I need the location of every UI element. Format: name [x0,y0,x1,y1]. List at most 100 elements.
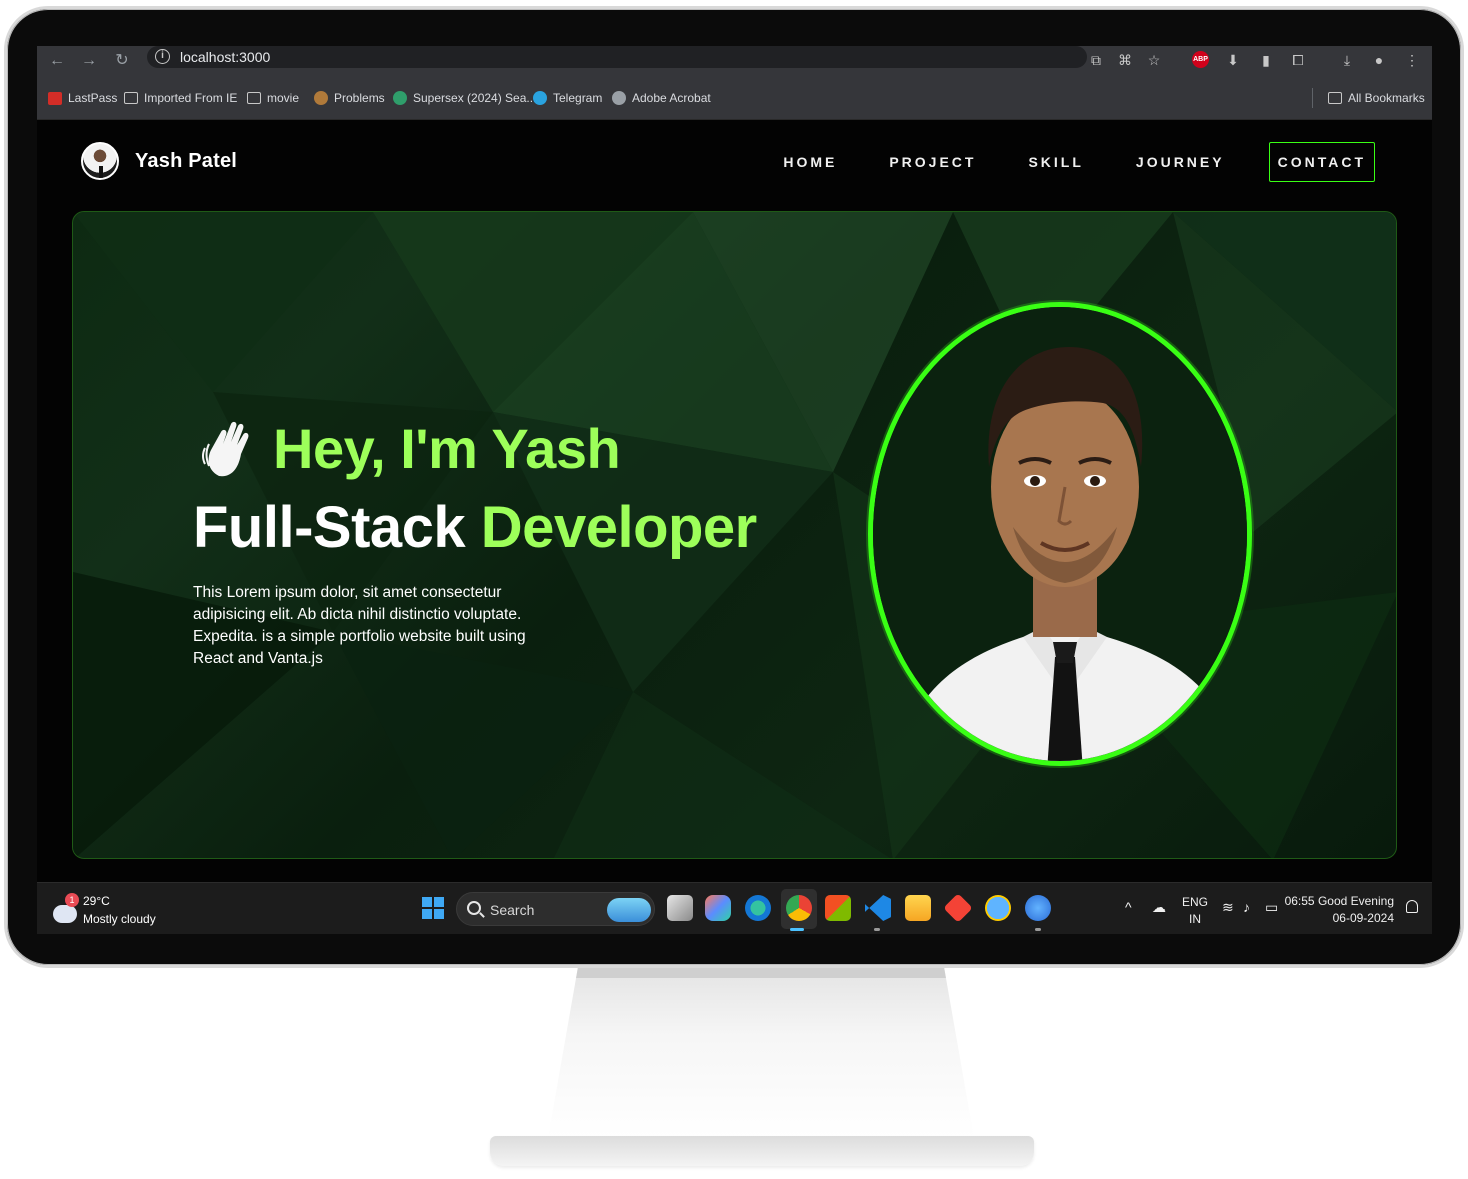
task-view-icon[interactable] [667,895,693,921]
bookmark-movie[interactable]: movie [247,89,299,107]
system-clock[interactable]: 06:55 Good Evening 06-09-2024 [1285,893,1394,927]
region-code: IN [1189,912,1201,926]
nav-skill[interactable]: SKILL [1020,142,1091,182]
hero-description: This Lorem ipsum dolor, sit amet consect… [193,584,526,667]
weather-badge: 1 [65,893,79,907]
windows-start-icon[interactable] [422,897,444,919]
edge-icon[interactable] [745,895,771,921]
browser-app-icon[interactable] [1025,895,1051,921]
volume-icon[interactable]: ♪ [1243,899,1250,915]
back-icon[interactable]: ← [45,49,69,73]
search-icon [467,901,481,915]
running-indicator [1035,928,1041,931]
monitor-screen: ← → ↻ i localhost:3000 ⧉ ⌘ ☆ ABP ⬇ ▮ ⧠ ⤓… [37,46,1432,934]
portfolio-page: Yash Patel HOME PROJECT SKILL JOURNEY CO… [37,120,1432,882]
clock-date: 06-09-2024 [1332,911,1394,925]
nav-journey[interactable]: JOURNEY [1128,142,1233,182]
folder-icon [1328,92,1342,104]
folder-icon [124,92,138,104]
weather-desc: Mostly cloudy [83,912,156,926]
bookmark-problems[interactable]: Problems [314,89,385,107]
telegram-icon [533,91,547,105]
battery-icon[interactable]: ▭ [1265,899,1278,916]
extensions-puzzle-icon[interactable]: ⧠ [1287,49,1309,71]
git-icon[interactable] [943,893,973,923]
site-brand[interactable]: Yash Patel [81,142,237,180]
waving-hand-icon [202,421,249,476]
monitor-stand-base [490,1136,1034,1166]
bookmark-label: Telegram [553,91,603,105]
contact-button[interactable]: CONTACT [1268,142,1375,182]
downloader-extension-icon[interactable]: ⬇ [1222,49,1244,71]
vscode-icon[interactable] [865,895,891,921]
bookmark-label: movie [267,91,300,105]
hero-section: Hey, I'm Yash Full-Stack Developer This … [72,211,1397,859]
monitor-stand [548,968,974,1138]
install-app-icon[interactable]: ⧉ [1085,49,1107,71]
forward-icon[interactable]: → [77,49,101,73]
file-explorer-icon[interactable] [905,895,931,921]
onedrive-icon[interactable]: ☁ [1152,899,1166,916]
profile-photo [868,302,1252,766]
notification-bell-icon[interactable] [1406,900,1418,913]
weather-text: 29°C Mostly cloudy [83,892,156,928]
windows-taskbar: 1 29°C Mostly cloudy Search ^ ☁ ENG IN ≋… [37,882,1432,934]
search-placeholder: Search [490,902,535,918]
bookmark-lastpass[interactable]: LastPass [48,89,117,107]
bookmark-star-icon[interactable]: ☆ [1143,49,1165,71]
bookmark-label: Supersex (2024) Sea... [413,91,537,105]
browser-toolbar: ← → ↻ i localhost:3000 ⧉ ⌘ ☆ ABP ⬇ ▮ ⧠ ⤓… [37,46,1432,76]
greeting-text: Hey, I'm Yash [273,417,621,480]
language-code: ENG [1182,895,1209,909]
taskbar-search[interactable]: Search [456,892,655,926]
role-title: Full-Stack Developer [193,494,757,561]
chevron-up-icon[interactable]: ^ [1125,899,1132,915]
bookmark-imported-from-ie[interactable]: Imported From IE [124,89,237,107]
all-bookmarks-button[interactable]: All Bookmarks [1328,89,1425,107]
bookmarks-bar: LastPass Imported From IE movie Problems… [37,76,1432,120]
desktop-monitor-mockup: ← → ↻ i localhost:3000 ⧉ ⌘ ☆ ABP ⬇ ▮ ⧠ ⤓… [0,0,1468,1179]
translate-icon[interactable]: ⌘ [1114,49,1136,71]
copilot-icon[interactable] [705,895,731,921]
profile-portrait [873,307,1247,761]
bookmark-label: LastPass [68,91,118,105]
microsoft-store-icon[interactable] [825,895,851,921]
url-text[interactable]: localhost:3000 [180,49,270,65]
bookmark-supersex[interactable]: Supersex (2024) Sea... [393,89,536,107]
clock-time: 06:55 Good Evening [1284,894,1394,908]
site-info-icon[interactable]: i [155,49,170,64]
greeting: Hey, I'm Yash [201,416,621,481]
nav-project[interactable]: PROJECT [881,142,984,182]
bookmark-adobe-acrobat[interactable]: Adobe Acrobat [612,89,711,107]
role-second-word: Developer [480,495,757,560]
bookmark-label: Adobe Acrobat [632,91,711,105]
search-highlight-icon [607,898,651,922]
weather-temp: 29°C [83,894,110,908]
adblock-extension-icon[interactable]: ABP [1192,51,1209,68]
folder-icon [247,92,261,104]
codechef-icon [314,91,328,105]
main-nav: HOME PROJECT SKILL JOURNEY CONTACT [739,142,1375,182]
bookmark-telegram[interactable]: Telegram [533,89,602,107]
profile-avatar-icon[interactable]: ● [1368,49,1390,71]
bookmarks-divider [1312,88,1313,108]
nav-home[interactable]: HOME [775,142,845,182]
cloudy-weather-icon: 1 [53,893,79,923]
weather-widget[interactable]: 1 29°C Mostly cloudy [53,892,156,928]
avatar [81,142,119,180]
docs-extension-icon[interactable]: ▮ [1255,49,1277,71]
all-bookmarks-label: All Bookmarks [1348,91,1425,105]
address-bar[interactable]: i localhost:3000 [147,46,1087,68]
chrome-icon[interactable] [786,895,812,921]
lastpass-icon [48,91,62,105]
bookmark-label: Problems [334,91,385,105]
language-indicator[interactable]: ENG IN [1182,894,1208,928]
wifi-icon[interactable]: ≋ [1222,899,1234,916]
help-app-icon[interactable] [985,895,1011,921]
downloads-icon[interactable]: ⤓ [1336,49,1358,71]
bookmark-label: Imported From IE [144,91,238,105]
role-first-word: Full-Stack [193,495,466,560]
site-icon [393,91,407,105]
reload-icon[interactable]: ↻ [110,49,134,73]
browser-menu-icon[interactable]: ⋮ [1401,49,1423,71]
